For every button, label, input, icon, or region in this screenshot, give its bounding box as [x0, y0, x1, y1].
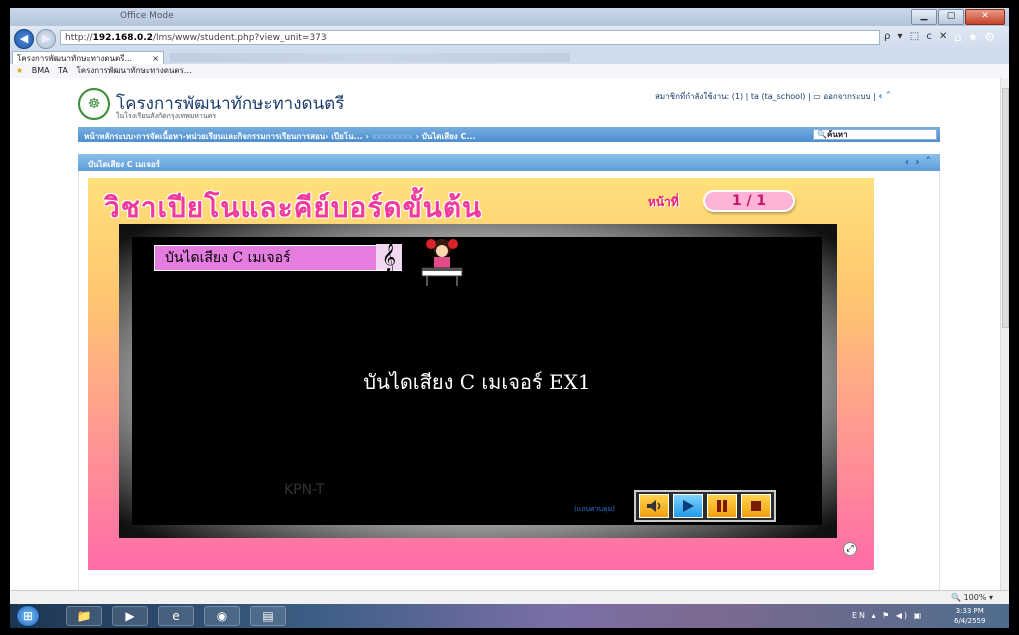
- pause-button[interactable]: [707, 494, 737, 518]
- clock-date: 6/4/2559: [954, 617, 986, 625]
- tab-row: โครงการพัฒนาทักษะทางดนตรี... ×: [10, 50, 1009, 64]
- page-content: ☸ โครงการพัฒนาทักษะทางดนตรี ในโรงเรียนสั…: [10, 78, 1000, 590]
- minimize-button[interactable]: ▁: [911, 9, 937, 25]
- clock[interactable]: 3:33 PM 6/4/2559: [954, 606, 985, 626]
- site-subtitle: ในโรงเรียนสังกัดกรุงเทพมหานคร: [116, 112, 217, 120]
- search-icon: 🔍: [817, 130, 827, 139]
- panel-header: บันไดเสียง C เมเจอร์ ‹ › ˄: [78, 154, 940, 171]
- zoom-level[interactable]: 🔍 100% ▾: [951, 593, 993, 602]
- home-favorites-settings-icons[interactable]: ⌂★⚙: [954, 30, 1001, 44]
- ie-taskbar-icon[interactable]: e: [158, 606, 194, 626]
- document-taskbar-icon[interactable]: ▤: [250, 606, 286, 626]
- start-button[interactable]: ⊞: [16, 605, 40, 627]
- media-player-taskbar-icon[interactable]: ▶: [112, 606, 148, 626]
- fullscreen-button[interactable]: ⤢: [843, 542, 857, 556]
- browser-tab[interactable]: โครงการพัฒนาทักษะทางดนตรี... ×: [12, 51, 164, 64]
- breadcrumb[interactable]: หน้าหลักระบบ›การจัดเนื้อหา-หน่วยเรียนและ…: [84, 130, 476, 143]
- stop-button[interactable]: [741, 494, 771, 518]
- address-controls[interactable]: ρ ▾ ⬚ c ✕: [884, 31, 949, 42]
- fav-bma[interactable]: BMA: [32, 66, 50, 75]
- fav-site[interactable]: โครงการพัฒนาทักษะทางดนตร...: [76, 66, 191, 75]
- breadcrumb-last[interactable]: › บันไดเสียง C...: [416, 132, 476, 141]
- search-input[interactable]: 🔍ค้นหา: [813, 129, 937, 140]
- breadcrumb-hidden: xxxxxxxx: [371, 132, 413, 141]
- window-controls: ▁ ▢ ✕: [911, 9, 1005, 25]
- treble-clef-icon: 𝄞: [376, 244, 402, 270]
- maximize-button[interactable]: ▢: [938, 9, 964, 25]
- tray-icons[interactable]: ▴ ⚑ ◀) ▣: [872, 611, 924, 620]
- pause-icon: [717, 500, 727, 512]
- user-status: สมาชิกที่กำลังใช้งาน: (1) | ta (ta_schoo…: [655, 92, 811, 101]
- message-icon[interactable]: ▭: [813, 92, 821, 101]
- panel-nav-icons[interactable]: ‹ › ˄: [905, 155, 932, 168]
- volume-button[interactable]: [639, 494, 669, 518]
- blurred-tab-area: [170, 53, 570, 62]
- tab-title: โครงการพัฒนาทักษะทางดนตรี...: [17, 54, 133, 63]
- speaker-icon: [647, 500, 661, 512]
- address-row: ◀ ▶ http://192.168.0.2/lms/www/student.p…: [10, 26, 1009, 50]
- panel-title: บันไดเสียง C เมเจอร์: [88, 160, 160, 169]
- chrome-taskbar-icon[interactable]: ◉: [204, 606, 240, 626]
- breadcrumb-path[interactable]: หน้าหลักระบบ›การจัดเนื้อหา-หน่วยเรียนและ…: [84, 132, 369, 141]
- fav-ta[interactable]: TA: [58, 66, 68, 75]
- section-label: บันไดเสียง C เมเจอร์: [154, 245, 402, 271]
- url-prefix: http://: [65, 33, 93, 43]
- zoom-value: 100%: [963, 593, 987, 602]
- taskbar: ⊞ 📁 ▶ e ◉ ▤ EN ▴ ⚑ ◀) ▣ 3:33 PM 6/4/2559: [10, 604, 1009, 628]
- controls-hint: (แถบควบคุม): [574, 505, 616, 513]
- status-bar: 🔍 100% ▾: [10, 590, 1009, 605]
- search-label: ค้นหา: [826, 130, 848, 139]
- play-icon: [683, 500, 694, 512]
- lesson-content-text: บันไดเสียง C เมเจอร์ EX1: [363, 370, 591, 394]
- page-label: หน้าที่: [648, 195, 679, 209]
- forward-button[interactable]: ▶: [36, 29, 56, 49]
- title-bar: Office Mode ▁ ▢ ✕: [10, 8, 1009, 26]
- system-tray: EN ▴ ⚑ ◀) ▣: [852, 611, 923, 620]
- site-logo: ☸: [78, 88, 110, 120]
- collapse-chevron-icon[interactable]: ‹ ˄: [878, 91, 891, 102]
- scrollbar-thumb[interactable]: [1002, 88, 1009, 328]
- user-status-bar: สมาชิกที่กำลังใช้งาน: (1) | ta (ta_schoo…: [655, 90, 891, 103]
- url-host: 192.168.0.2: [92, 33, 153, 43]
- lesson-stage: วิชาเปียโนและคีย์บอร์ดขั้นต้น หน้าที่ 1 …: [88, 178, 874, 570]
- browser-window: Office Mode ▁ ▢ ✕ ◀ ▶ http://192.168.0.2…: [10, 8, 1009, 628]
- page-indicator: 1 / 1: [703, 190, 795, 212]
- breadcrumb-menu: หน้าหลักระบบ›การจัดเนื้อหา-หน่วยเรียนและ…: [78, 127, 940, 142]
- play-button[interactable]: [673, 494, 703, 518]
- stop-icon: [751, 501, 761, 511]
- favorites-bar: ★ BMA TA โครงการพัฒนาทักษะทางดนตร...: [10, 64, 1009, 79]
- url-path: /lms/www/student.php?view_unit=373: [152, 33, 327, 43]
- watermark: KPN-T: [284, 482, 325, 498]
- window-title: Office Mode: [120, 11, 174, 21]
- clock-time: 3:33 PM: [955, 607, 984, 615]
- favorites-star-icon[interactable]: ★: [16, 66, 23, 75]
- address-bar[interactable]: http://192.168.0.2/lms/www/student.php?v…: [60, 30, 880, 45]
- vertical-scrollbar[interactable]: [1000, 78, 1009, 590]
- explorer-taskbar-icon[interactable]: 📁: [66, 606, 102, 626]
- language-indicator[interactable]: EN: [852, 611, 867, 620]
- close-button[interactable]: ✕: [965, 9, 1005, 25]
- back-button[interactable]: ◀: [14, 29, 34, 49]
- piano-girl-icon: [421, 239, 463, 286]
- logout-link[interactable]: ออกจากระบบ |: [823, 92, 875, 101]
- media-controls: [634, 490, 776, 522]
